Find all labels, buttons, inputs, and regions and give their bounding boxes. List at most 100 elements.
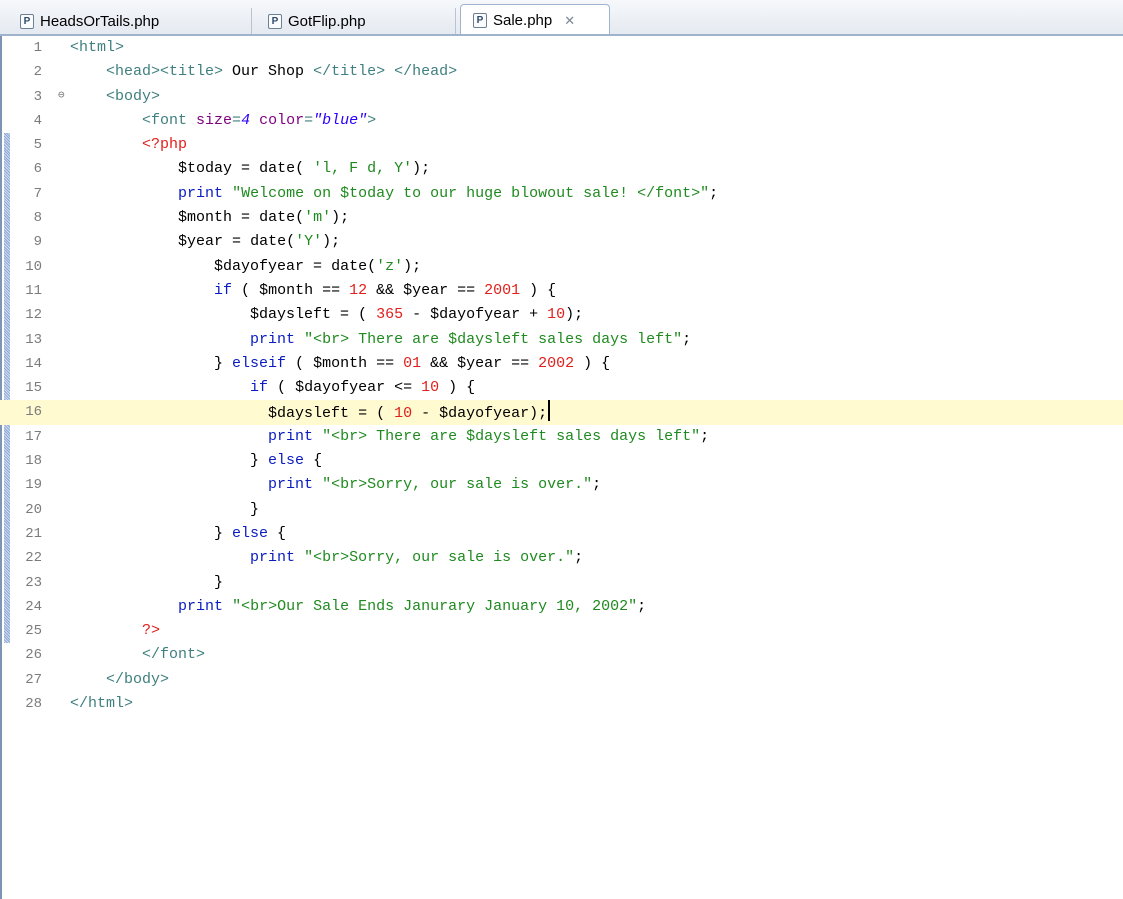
code-line[interactable]: 16 $daysleft = ( 10 - $dayofyear); (0, 400, 1123, 425)
code-token: $dayofyear (439, 405, 530, 423)
code-line[interactable]: 15 if ( $dayofyear <= 10 ) { (0, 376, 1123, 400)
code-line[interactable]: 13 print "<br> There are $daysleft sales… (0, 328, 1123, 352)
code-token: date (250, 233, 287, 251)
code-line[interactable]: 12 $daysleft = ( 365 - $dayofyear + 10); (0, 303, 1123, 327)
code-token: - (403, 306, 431, 324)
code-text: <head><title> Our Shop </title> </head> (70, 60, 1123, 84)
code-token: ; (574, 549, 584, 567)
code-text: } (70, 498, 1123, 522)
code-token: $daysleft (250, 306, 332, 324)
line-number: 18 (25, 453, 42, 470)
line-number: 22 (25, 550, 42, 567)
code-token: elseif (232, 354, 287, 372)
code-token: ( (295, 209, 305, 227)
code-token: Our Shop (223, 63, 314, 81)
code-token: "Welcome on $today to our huge blowout s… (232, 184, 710, 202)
fold-toggle-icon[interactable]: ⊖ (58, 88, 65, 104)
line-number: 8 (33, 210, 42, 227)
code-token: <font (142, 111, 197, 129)
line-number: 19 (25, 477, 42, 494)
code-token: $month (178, 209, 233, 227)
code-token: "<br> There are $daysleft sales days lef… (322, 427, 701, 445)
code-line[interactable]: 26 </font> (0, 643, 1123, 667)
code-line[interactable]: 20 } (0, 498, 1123, 522)
tab-sale[interactable]: P Sale.php ✕ (460, 4, 610, 36)
code-token: ( (286, 233, 296, 251)
code-token: > (367, 111, 377, 129)
code-line[interactable]: 10 $dayofyear = date('z'); (0, 255, 1123, 279)
code-text: print "<br>Our Sale Ends Janurary Januar… (70, 595, 1123, 619)
code-token: $month (259, 281, 314, 299)
tab-gotflip[interactable]: P GotFlip.php (254, 8, 456, 34)
code-token: $year (457, 354, 503, 372)
tab-label: HeadsOrTails.php (40, 12, 160, 30)
code-line[interactable]: 23 } (0, 571, 1123, 595)
code-line[interactable]: 18 } else { (0, 449, 1123, 473)
code-line[interactable]: 28 </html> (0, 692, 1123, 716)
code-line[interactable]: 8 $month = date('m'); (0, 206, 1123, 230)
code-token: ( (232, 281, 260, 299)
code-line[interactable]: 7 print "Welcome on $today to our huge b… (0, 182, 1123, 206)
code-line[interactable]: 11 if ( $month == 12 && $year == 2001 ) … (0, 279, 1123, 303)
code-token: ( (367, 257, 377, 275)
code-text: print "<br> There are $daysleft sales da… (70, 328, 1123, 352)
code-line[interactable]: 25 ?> (0, 619, 1123, 643)
code-token: = (232, 160, 260, 178)
code-token: $daysleft (268, 405, 350, 423)
code-token: </title> (313, 63, 386, 81)
code-line[interactable]: 24 print "<br>Our Sale Ends Janurary Jan… (0, 595, 1123, 619)
close-icon[interactable]: ✕ (564, 13, 575, 29)
code-token: } (70, 573, 224, 591)
code-token: = ( (349, 405, 395, 423)
code-text: } (70, 571, 1123, 595)
code-line[interactable]: 21 } else { (0, 522, 1123, 546)
code-text: $daysleft = ( 365 - $dayofyear + 10); (70, 303, 1123, 327)
code-token: else (232, 524, 269, 542)
code-line[interactable]: 9 $year = date('Y'); (0, 230, 1123, 254)
code-token: print (178, 184, 224, 202)
code-line[interactable]: 2 <head><title> Our Shop </title> </head… (0, 60, 1123, 84)
code-line[interactable]: 6 $today = date( 'l, F d, Y'); (0, 157, 1123, 181)
code-token: ; (592, 476, 602, 494)
code-lines: 1 <html> 2 <head><title> Our Shop </title>… (0, 36, 1123, 716)
code-line[interactable]: 4 <font size=4 color="blue"> (0, 109, 1123, 133)
code-line[interactable]: 1 <html> (0, 36, 1123, 60)
code-line[interactable]: 19 print "<br>Sorry, our sale is over."; (0, 473, 1123, 497)
code-token: ( (286, 354, 314, 372)
code-line[interactable]: 14 } elseif ( $month == 01 && $year == 2… (0, 352, 1123, 376)
code-text: $year = date('Y'); (70, 230, 1123, 254)
code-editor[interactable]: 1 <html> 2 <head><title> Our Shop </title>… (0, 36, 1123, 899)
code-text: print "<br>Sorry, our sale is over."; (70, 473, 1123, 497)
code-text: <font size=4 color="blue"> (70, 109, 1123, 133)
code-token: print (250, 549, 296, 567)
code-token: ) { (520, 281, 557, 299)
line-number: 10 (25, 258, 42, 275)
tab-headsortails[interactable]: P HeadsOrTails.php (6, 8, 252, 34)
code-token: $today (178, 160, 233, 178)
code-token: 'z' (376, 257, 404, 275)
code-line[interactable]: 22 print "<br>Sorry, our sale is over."; (0, 546, 1123, 570)
php-file-icon: P (20, 13, 34, 29)
code-line[interactable]: 5 <?php (0, 133, 1123, 157)
line-number: 17 (25, 428, 42, 445)
code-line[interactable]: 17 print "<br> There are $daysleft sales… (0, 425, 1123, 449)
code-line[interactable]: 3 ⊖ <body> (0, 85, 1123, 109)
code-text: </html> (70, 692, 1123, 716)
line-number: 13 (25, 331, 42, 348)
code-token: } (70, 524, 233, 542)
code-text: $today = date( 'l, F d, Y'); (70, 157, 1123, 181)
code-line[interactable]: 27 </body> (0, 668, 1123, 692)
line-number: 14 (25, 355, 42, 372)
code-text: if ( $month == 12 && $year == 2001 ) { (70, 279, 1123, 303)
code-token: 10 (421, 379, 440, 397)
